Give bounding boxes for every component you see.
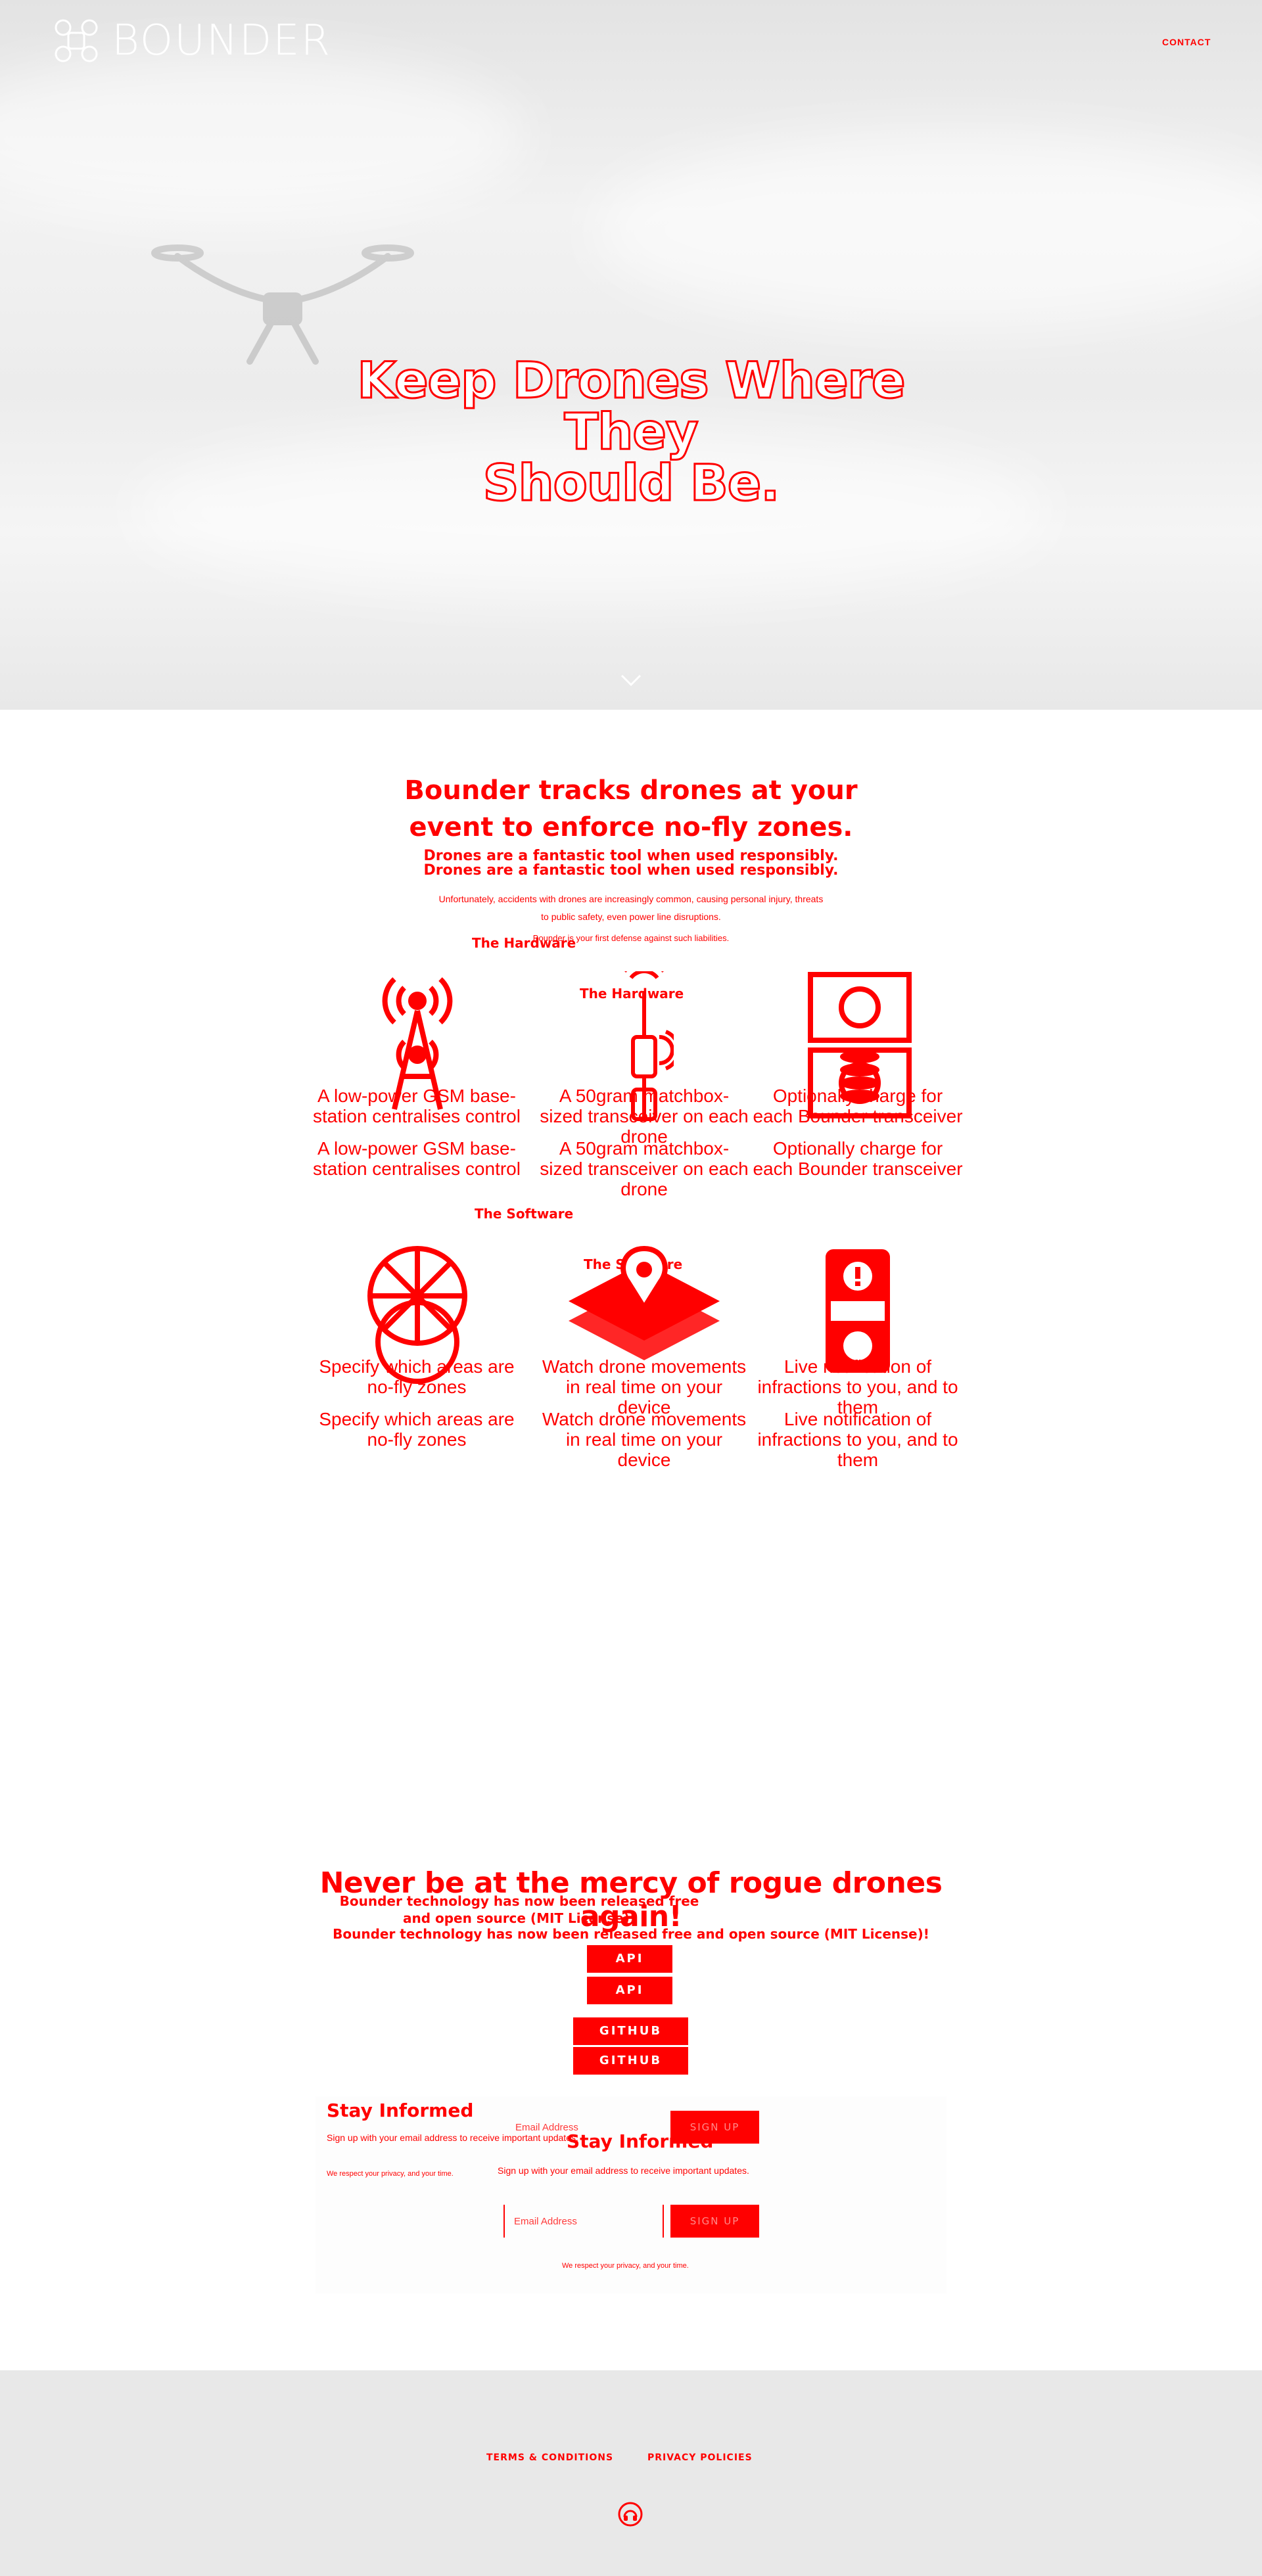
chevron-down-icon[interactable]	[618, 670, 644, 690]
hardware-item-1-text: A low-power GSM base-station centralises…	[313, 1086, 521, 1126]
hardware-item-2-text-duplicate: A 50gram matchbox-sized transceiver on e…	[540, 1138, 749, 1199]
newsletter-privacy: We respect your privacy, and your time.	[327, 2170, 454, 2178]
newsletter-privacy-duplicate: We respect your privacy, and your time.	[562, 2262, 689, 2270]
intro-subheading-duplicate: Drones are a fantastic tool when used re…	[423, 862, 839, 879]
intro-body-line1: Unfortunately, accidents with drones are…	[438, 894, 824, 904]
software-item-2-text-duplicate: Watch drone movements in real time on yo…	[542, 1409, 747, 1470]
hardware-label: The Hardware	[472, 935, 576, 951]
github-button-duplicate[interactable]: GITHUB	[573, 2047, 688, 2075]
intro-heading-line1: Bounder tracks drones at your	[404, 775, 858, 806]
footer: TERMS & CONDITIONS PRIVACY POLICIES	[0, 2370, 1262, 2576]
software-item-1-text-duplicate: Specify which areas are no-fly zones	[319, 1409, 515, 1450]
footer-privacy-link[interactable]: PRIVACY POLICIES	[647, 2452, 753, 2463]
brand-name: BOUNDER	[112, 16, 332, 65]
hero-section: BOUNDER CONTACT Keep Drones Where They S…	[0, 0, 1262, 710]
hero-title: Keep Drones Where They Should Be.	[302, 354, 960, 512]
headphones-icon[interactable]	[618, 2502, 643, 2527]
api-button-duplicate[interactable]: API	[587, 1977, 672, 2004]
newsletter-signup-button-duplicate[interactable]: SIGN UP	[670, 2205, 759, 2238]
nav-contact-link[interactable]: CONTACT	[1162, 37, 1211, 47]
open-source-subheading-duplicate: Bounder technology has now been released…	[333, 1926, 929, 1942]
hardware-item-1-text-duplicate: A low-power GSM base-station centralises…	[313, 1138, 521, 1179]
newsletter-title-duplicate: Stay Informed	[567, 2130, 714, 2152]
intro-body: Unfortunately, accidents with drones are…	[421, 890, 841, 926]
drone-logo-icon	[55, 19, 98, 62]
footer-terms-link[interactable]: TERMS & CONDITIONS	[486, 2452, 613, 2463]
intro-heading: Bounder tracks drones at your event to e…	[368, 772, 894, 846]
newsletter-email-input-duplicate[interactable]	[503, 2205, 664, 2238]
intro-body-line2: to public safety, even power line disrup…	[541, 911, 721, 922]
hero-title-line2: Should Be.	[482, 453, 780, 512]
hardware-item-3-text-duplicate: Optionally charge for each Bounder trans…	[753, 1138, 963, 1179]
newsletter-subtitle-duplicate: Sign up with your email address to recei…	[498, 2165, 749, 2176]
hero-cloud	[0, 53, 526, 223]
brand-logo[interactable]: BOUNDER	[53, 17, 331, 64]
map-location-icon	[569, 1245, 720, 1360]
newsletter-title: Stay Informed	[327, 2100, 474, 2121]
software-item-3-text-duplicate: Live notification of infractions to you,…	[757, 1409, 958, 1470]
software-label: The Software	[475, 1206, 574, 1222]
hardware-item-3-text: Optionally charge for each Bounder trans…	[753, 1086, 963, 1126]
hero-title-line1: Keep Drones Where They	[356, 351, 906, 461]
hero-cloud	[592, 131, 1262, 329]
intro-heading-line2: event to enforce no-fly zones.	[409, 812, 853, 842]
api-button[interactable]: API	[587, 1945, 672, 1973]
github-button[interactable]: GITHUB	[573, 2017, 688, 2045]
software-item-1-text: Specify which areas are no-fly zones	[319, 1356, 515, 1397]
open-source-subheading: Bounder technology has now been released…	[339, 1893, 699, 1926]
